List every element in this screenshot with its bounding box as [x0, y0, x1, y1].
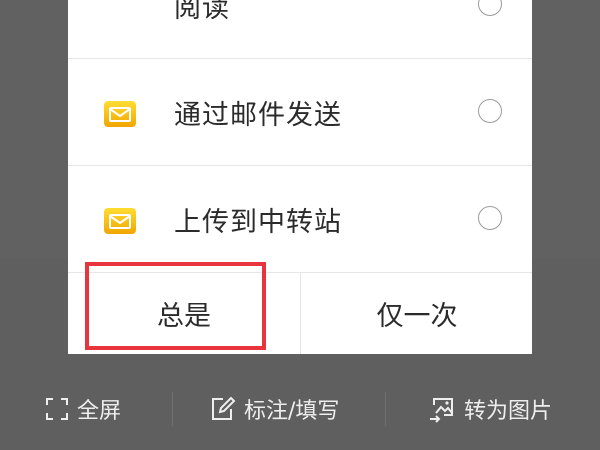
toolbar-divider: [172, 392, 173, 426]
radio-button[interactable]: [478, 0, 502, 16]
convert-to-image-label: 转为图片: [464, 399, 553, 424]
annotate-fill-label: 标注/填写: [244, 399, 340, 424]
fullscreen-button[interactable]: 全屏: [45, 392, 121, 426]
option-label: 通过邮件发送: [174, 100, 342, 131]
fullscreen-icon: [46, 398, 68, 420]
option-label: 上传到中转站: [174, 207, 342, 238]
convert-to-image-button[interactable]: 转为图片: [428, 392, 552, 426]
mail-icon: [104, 101, 136, 127]
radio-button[interactable]: [478, 206, 502, 230]
convert-image-icon: [430, 398, 453, 423]
option-read[interactable]: 阅读: [68, 0, 532, 59]
radio-button[interactable]: [478, 99, 502, 123]
fullscreen-label: 全屏: [77, 399, 122, 424]
bottom-toolbar: 全屏 标注/填写 转为图片: [0, 368, 600, 450]
option-send-by-mail[interactable]: 通过邮件发送: [68, 59, 532, 166]
just-once-button[interactable]: 仅一次: [300, 272, 533, 354]
highlight-box: [85, 262, 266, 350]
edit-icon: [212, 396, 236, 420]
annotate-fill-button[interactable]: 标注/填写: [210, 392, 339, 426]
mail-icon: [104, 208, 136, 234]
option-upload-transfer[interactable]: 上传到中转站: [68, 166, 532, 273]
toolbar-divider: [385, 392, 386, 426]
option-label: 阅读: [174, 0, 230, 24]
